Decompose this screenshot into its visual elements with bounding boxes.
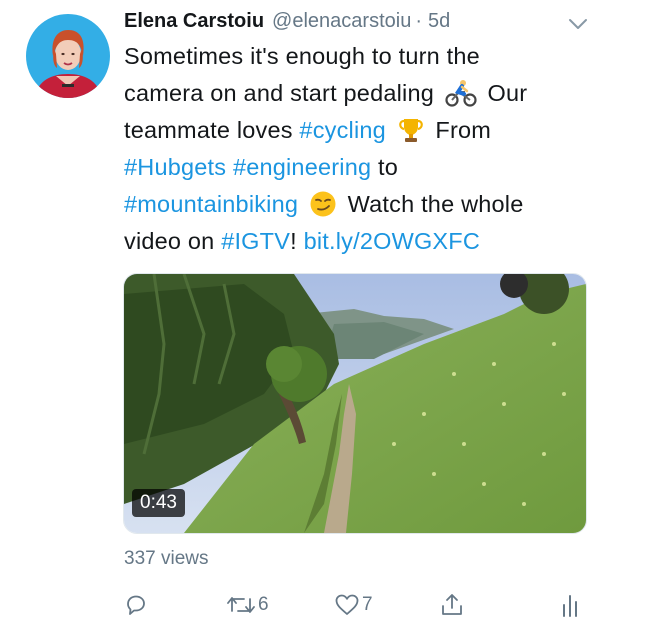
text-segment: Sometimes it's enough to turn the: [124, 43, 480, 69]
video-duration-badge: 0:43: [132, 489, 185, 517]
tweet-line: #mountainbiking Watch the whole: [124, 186, 584, 223]
share-icon: [440, 592, 464, 618]
text-segment: camera on and start pedaling: [124, 80, 434, 106]
timestamp[interactable]: 5d: [428, 10, 450, 33]
text-segment: Watch the whole: [347, 191, 524, 217]
retweet-button[interactable]: 6: [226, 590, 269, 620]
action-bar: 6 7: [124, 590, 584, 620]
hashtag-link[interactable]: #cycling: [299, 117, 386, 143]
avatar-image: [26, 14, 110, 98]
share-button[interactable]: [440, 590, 464, 620]
hashtag-link[interactable]: #Hubgets: [124, 154, 226, 180]
text-segment: video on: [124, 228, 215, 254]
text-segment: Our: [487, 80, 528, 106]
tweet-line: video on #IGTV! bit.ly/2OWGXFC: [124, 223, 584, 260]
hashtag-link[interactable]: #engineering: [233, 154, 371, 180]
trophy-emoji: [397, 116, 425, 155]
like-button[interactable]: 7: [334, 590, 373, 620]
video-scene-image: [124, 274, 586, 533]
hashtag-link[interactable]: #IGTV: [221, 228, 290, 254]
analytics-icon: [560, 592, 580, 618]
tweet-line: #Hubgets #engineering to: [124, 149, 584, 186]
tweet-line: camera on and start pedaling Our: [124, 75, 584, 112]
chevron-down-icon[interactable]: [566, 14, 590, 34]
author-name[interactable]: Elena Carstoiu: [124, 10, 264, 33]
heart-icon: [334, 593, 360, 617]
like-count: 7: [362, 594, 373, 615]
reply-button[interactable]: [124, 590, 148, 620]
tweet-header: Elena Carstoiu @elenacarstoiu · 5d: [124, 10, 620, 40]
view-count: 337 views: [124, 548, 209, 569]
hashtag-link[interactable]: #mountainbiking: [124, 191, 298, 217]
text-segment: From: [435, 117, 492, 143]
avatar[interactable]: [26, 14, 110, 98]
retweet-count: 6: [258, 594, 269, 615]
text-segment: teammate loves: [124, 117, 293, 143]
text-segment: !: [290, 228, 297, 254]
text-segment: to: [377, 154, 398, 180]
author-handle[interactable]: @elenacarstoiu: [272, 10, 411, 33]
reply-icon: [124, 593, 148, 617]
separator-dot: ·: [415, 10, 422, 32]
retweet-icon: [226, 593, 256, 617]
tweet-text: Sometimes it's enough to turn the camera…: [124, 38, 584, 260]
tweet-line: teammate loves #cycling From: [124, 112, 584, 149]
analytics-button[interactable]: [560, 590, 580, 620]
url-link[interactable]: bit.ly/2OWGXFC: [304, 228, 480, 254]
video-thumbnail[interactable]: 0:43: [123, 273, 587, 534]
tweet-line: Sometimes it's enough to turn the: [124, 38, 584, 75]
